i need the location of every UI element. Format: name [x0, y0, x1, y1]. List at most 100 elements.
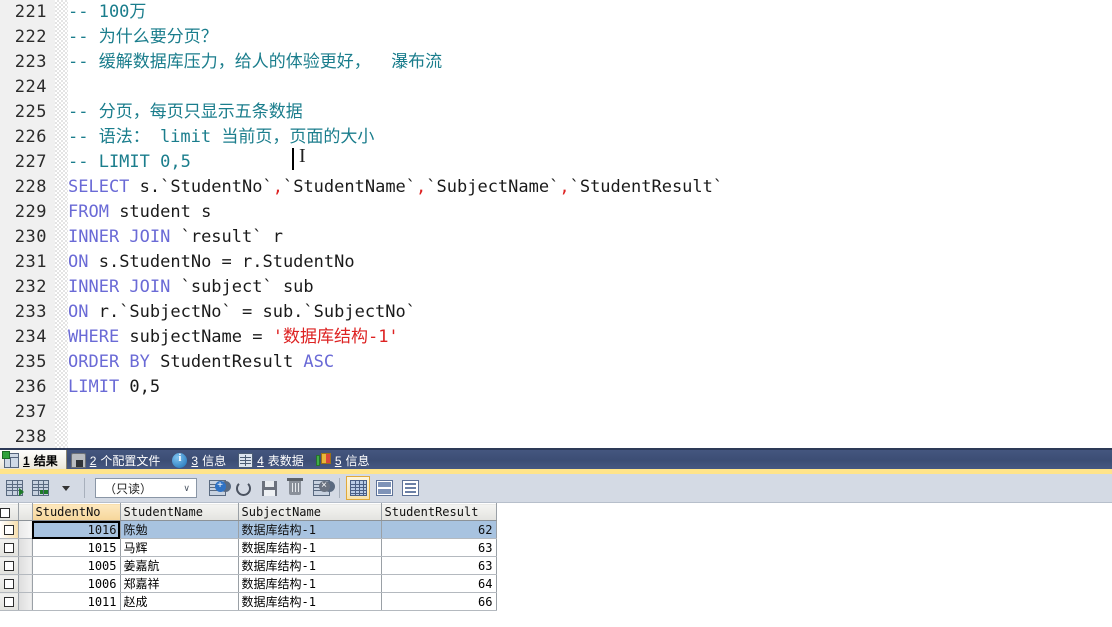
cell-StudentName[interactable]: 姜嘉航 [120, 556, 239, 575]
row-selector[interactable] [0, 592, 19, 611]
grid-export-icon [31, 480, 49, 496]
tab-结果[interactable]: 1 结果 [0, 450, 67, 471]
tab-label: 结果 [33, 454, 58, 468]
column-header-StudentName[interactable]: StudentName [120, 503, 239, 521]
cell-SubjectName[interactable]: 数据库结构-1 [238, 556, 382, 575]
row-selector[interactable] [0, 556, 19, 575]
code-line[interactable]: 237 [0, 400, 1112, 425]
token-plain: student s [119, 202, 212, 222]
trash-icon [287, 478, 303, 495]
result-tab-bar[interactable]: 1结果2个配置文件3信息4表数据5信息 [0, 448, 1112, 471]
add-record-button[interactable] [205, 476, 229, 500]
tab-信息[interactable]: 5 信息 [312, 450, 378, 471]
select-all-header[interactable] [0, 503, 19, 521]
tab-个配置文件[interactable]: 2 个配置文件 [67, 450, 169, 471]
cell-SubjectName[interactable]: 数据库结构-1 [238, 574, 382, 593]
grid-layout-icon [349, 480, 367, 496]
cell-StudentNo[interactable]: 1005 [32, 556, 121, 575]
code-line[interactable]: 233 ON r.`SubjectNo` = sub.`SubjectNo` [0, 300, 1112, 325]
cell-StudentName[interactable]: 郑嘉祥 [120, 574, 239, 593]
code-line-text: ON s.StudentNo = r.StudentNo [68, 250, 355, 275]
code-line[interactable]: 226 -- 语法： limit 当前页，页面的大小 [0, 125, 1112, 150]
checkbox-icon[interactable] [3, 543, 14, 553]
code-lines[interactable]: 221 -- 100万 222 -- 为什么要分页？ 223 -- 缓解数据库压力，给人的… [0, 0, 1112, 448]
code-line[interactable]: 224 [0, 75, 1112, 100]
result-grid-area[interactable]: StudentNo StudentName SubjectName StudentRe… [0, 503, 1112, 627]
result-grid[interactable]: StudentNo StudentName SubjectName StudentRe… [0, 503, 497, 611]
checkbox-icon[interactable] [3, 525, 14, 535]
cell-StudentResult[interactable]: 62 [381, 520, 497, 539]
column-header-StudentNo[interactable]: StudentNo [32, 503, 121, 521]
checkbox-icon[interactable] [3, 597, 14, 607]
code-line[interactable]: 228 SELECT s.`StudentNo`,`StudentName`,`S… [0, 175, 1112, 200]
remove-grid-button[interactable] [309, 476, 333, 500]
column-header-SubjectName[interactable]: SubjectName [238, 503, 382, 521]
cell-StudentResult[interactable]: 66 [381, 592, 497, 611]
token-plain: s.`StudentNo` [139, 177, 273, 197]
split-layout-button[interactable] [372, 476, 396, 500]
cell-SubjectName[interactable]: 数据库结构-1 [238, 592, 382, 611]
code-line[interactable]: 227 -- LIMIT 0,5 [0, 150, 1112, 175]
table-row[interactable]: 1011 赵成 数据库结构-1 66 [0, 592, 497, 611]
cell-StudentNo[interactable]: 1015 [32, 538, 121, 557]
code-line[interactable]: 234 WHERE subjectName = '数据库结构-1' [0, 325, 1112, 350]
code-line[interactable]: 238 [0, 425, 1112, 448]
checkbox-icon[interactable] [0, 507, 10, 518]
cell-StudentNo[interactable]: 1016 [32, 520, 121, 539]
code-line-text: FROM student s [68, 200, 211, 225]
token-kw: FROM [68, 202, 120, 222]
row-selector[interactable] [0, 574, 19, 593]
code-line[interactable]: 232 INNER JOIN `subject` sub [0, 275, 1112, 300]
tab-number: 2 [89, 453, 97, 468]
table-row[interactable]: 1016 陈勉 数据库结构-1 62 [0, 520, 497, 539]
table-row[interactable]: 1005 姜嘉航 数据库结构-1 63 [0, 556, 497, 575]
form-layout-button[interactable] [398, 476, 422, 500]
delete-record-button[interactable] [283, 476, 307, 500]
refresh-button[interactable] [231, 476, 255, 500]
table-row[interactable]: 1006 郑嘉祥 数据库结构-1 64 [0, 574, 497, 593]
code-line[interactable]: 236 LIMIT 0,5 [0, 375, 1112, 400]
tab-label: 信息 [345, 454, 370, 468]
cell-StudentResult[interactable]: 63 [381, 556, 497, 575]
code-line[interactable]: 231 ON s.StudentNo = r.StudentNo [0, 250, 1112, 275]
cell-StudentName[interactable]: 陈勉 [120, 520, 239, 539]
line-number: 233 [14, 302, 47, 322]
tab-信息[interactable]: 3信息 [168, 450, 234, 471]
code-line[interactable]: 225 -- 分页，每页只显示五条数据 [0, 100, 1112, 125]
grid-mode-select[interactable]: （只读） ∨ [95, 478, 197, 498]
sql-client-window: 221 -- 100万 222 -- 为什么要分页？ 223 -- 缓解数据库压力，给人的… [0, 0, 1112, 627]
cell-StudentNo[interactable]: 1011 [32, 592, 121, 611]
cell-StudentResult[interactable]: 63 [381, 538, 497, 557]
cell-StudentName[interactable]: 马辉 [120, 538, 239, 557]
cell-StudentNo[interactable]: 1006 [32, 574, 121, 593]
export-dropdown-button[interactable] [54, 476, 78, 500]
code-line[interactable]: 229 FROM student s [0, 200, 1112, 225]
info-circle-icon [172, 452, 188, 468]
tab-表数据[interactable]: 4 表数据 [234, 450, 312, 471]
row-selector[interactable] [0, 538, 19, 557]
save-record-button[interactable] [257, 476, 281, 500]
code-line[interactable]: 230 INNER JOIN `result` r [0, 225, 1112, 250]
code-line[interactable]: 221 -- 100万 [0, 0, 1112, 25]
checkbox-icon[interactable] [3, 579, 14, 589]
export-grid-button[interactable] [28, 476, 52, 500]
cell-SubjectName[interactable]: 数据库结构-1 [238, 538, 382, 557]
line-number: 227 [14, 152, 47, 172]
grid-toolbar[interactable]: （只读） ∨ [0, 474, 1112, 503]
column-header-StudentResult[interactable]: StudentResult [381, 503, 497, 521]
code-line[interactable]: 235 ORDER BY StudentResult ASC [0, 350, 1112, 375]
code-line[interactable]: 222 -- 为什么要分页？ [0, 25, 1112, 50]
cell-StudentName[interactable]: 赵成 [120, 592, 239, 611]
table-row[interactable]: 1015 马辉 数据库结构-1 63 [0, 538, 497, 557]
line-number: 225 [14, 102, 47, 122]
sql-editor[interactable]: 221 -- 100万 222 -- 为什么要分页？ 223 -- 缓解数据库压力，给人的… [0, 0, 1112, 448]
grid-view-button[interactable] [2, 476, 26, 500]
checkbox-icon[interactable] [3, 561, 14, 571]
grid-layout-button[interactable] [346, 476, 370, 500]
code-line[interactable]: 223 -- 缓解数据库压力，给人的体验更好， 瀑布流 [0, 50, 1112, 75]
token-kw: SELECT [68, 177, 140, 197]
cell-StudentResult[interactable]: 64 [381, 574, 497, 593]
cell-SubjectName[interactable]: 数据库结构-1 [238, 520, 382, 539]
refresh-icon [235, 480, 251, 496]
row-selector[interactable] [0, 520, 19, 539]
